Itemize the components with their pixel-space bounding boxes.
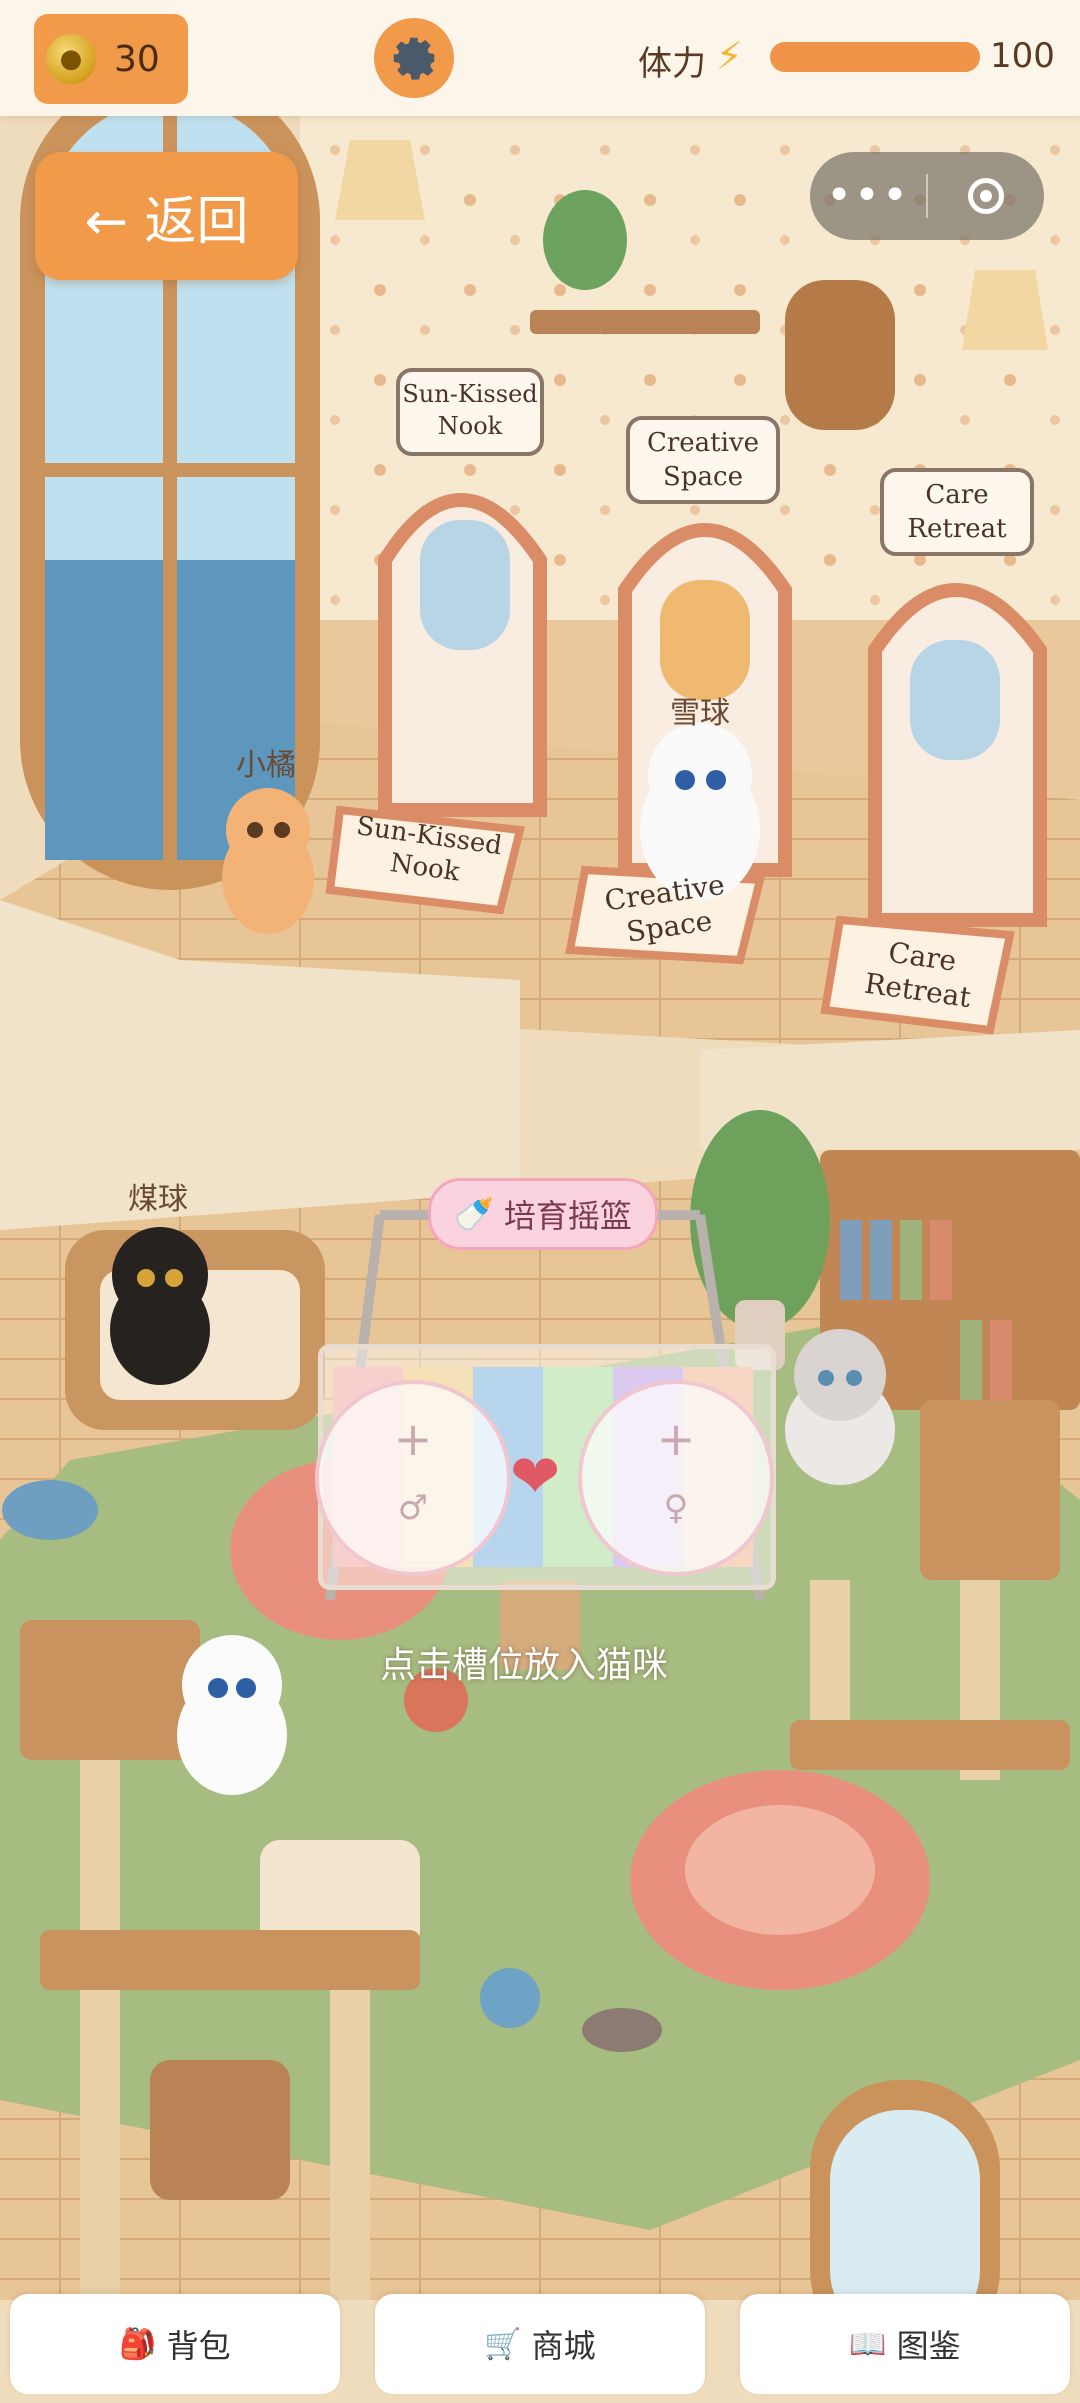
stamina-label: 体力 — [638, 44, 706, 84]
miniprogram-capsule: ••• — [810, 152, 1044, 240]
cat-white[interactable] — [175, 1630, 300, 1790]
female-symbol-icon: ♀ — [663, 1488, 689, 1528]
stamina-bar-fill — [770, 42, 980, 72]
coin-value: 30 — [114, 38, 160, 80]
collection-button[interactable]: 📖 图鉴 — [740, 2294, 1070, 2394]
sign-care-retreat: Care Retreat — [907, 480, 1007, 544]
heart-icon: ❤ — [510, 1442, 561, 1512]
shop-label: 商城 — [531, 2327, 596, 2365]
target-circle-icon — [968, 178, 1004, 214]
bag-label: 背包 — [166, 2327, 231, 2365]
cat-ragdoll[interactable] — [780, 1320, 905, 1490]
coin-icon: ● — [46, 34, 96, 84]
cat-name-label: 煤球 — [128, 1182, 188, 1217]
stamina-value: 100 — [990, 36, 1055, 76]
more-dots-icon: ••• — [826, 170, 910, 221]
bottle-icon: 🍼 — [454, 1195, 494, 1233]
male-cat-slot[interactable]: + ♂ — [315, 1380, 511, 1576]
stamina-bar — [770, 42, 980, 72]
male-symbol-icon: ♂ — [397, 1488, 429, 1528]
breeding-cradle-tag[interactable]: 🍼 培育摇篮 — [428, 1178, 658, 1250]
plus-icon: + — [656, 1412, 696, 1466]
plus-icon: + — [393, 1412, 433, 1466]
bag-button[interactable]: 🎒 背包 — [10, 2294, 340, 2394]
sign-creative-space: Creative Space — [646, 428, 760, 492]
sign-sun-kissed-nook: Sun-Kissed Nook — [402, 380, 538, 440]
lightning-icon: ⚡ — [716, 34, 743, 78]
book-icon: 📖 — [849, 2326, 887, 2362]
cat-meiqiu[interactable] — [105, 1220, 225, 1390]
collection-label: 图鉴 — [896, 2327, 961, 2365]
cat-name-label: 小橘 — [236, 748, 296, 783]
cat-xiaoju[interactable] — [210, 780, 330, 940]
settings-button[interactable] — [374, 18, 454, 98]
cart-icon: 🛒 — [484, 2326, 522, 2362]
cradle-hint-text: 点击槽位放入猫咪 — [380, 1645, 669, 1686]
back-button[interactable]: ← 返回 — [35, 152, 298, 280]
status-bar: ● 30 体力 ⚡ 100 — [0, 0, 1080, 116]
shop-button[interactable]: 🛒 商城 — [375, 2294, 705, 2394]
coin-counter[interactable]: ● 30 — [34, 14, 188, 104]
more-options-button[interactable]: ••• — [810, 152, 926, 240]
breeding-cradle-label: 培育摇篮 — [503, 1197, 632, 1235]
female-cat-slot[interactable]: + ♀ — [578, 1380, 774, 1576]
gear-icon — [393, 37, 435, 80]
cat-xueqiu[interactable] — [630, 720, 780, 900]
close-miniprogram-button[interactable] — [928, 152, 1044, 240]
back-button-label: ← 返回 — [84, 191, 249, 252]
backpack-icon: 🎒 — [119, 2326, 157, 2362]
